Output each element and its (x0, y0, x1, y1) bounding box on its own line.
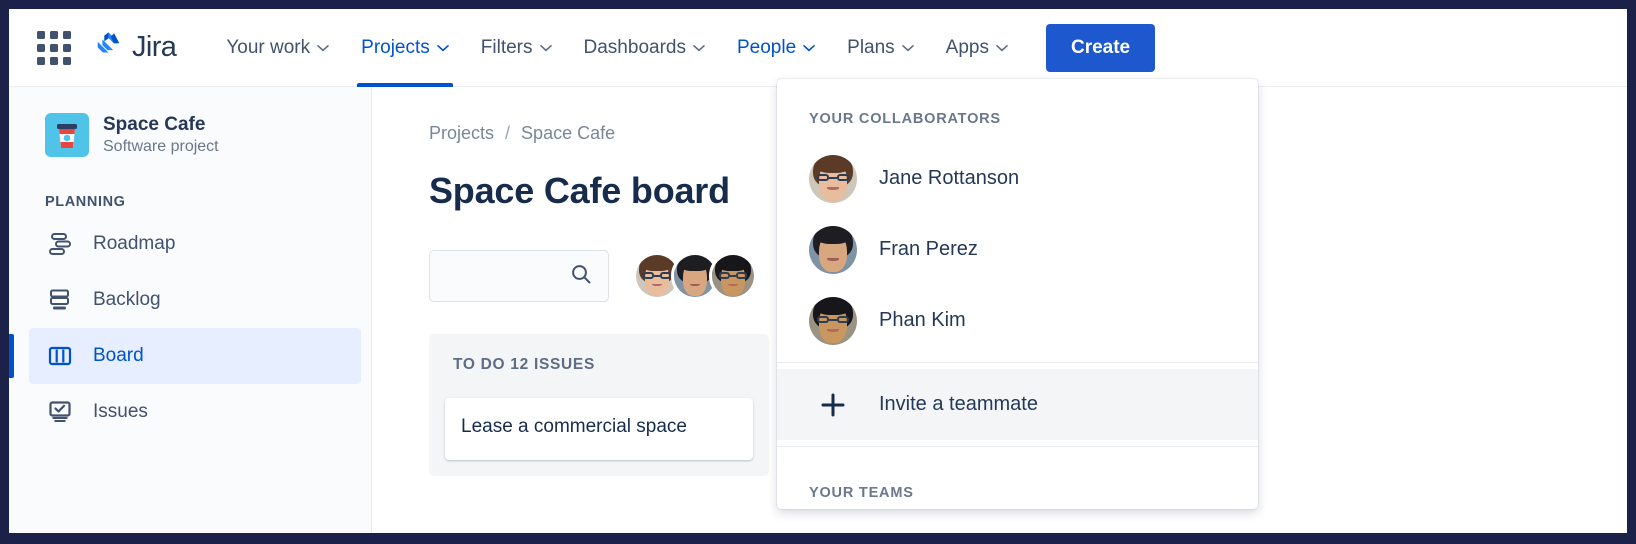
nav-item-label: Filters (480, 36, 533, 58)
sidebar-item-label: Issues (93, 400, 148, 422)
nav-item-plans[interactable]: Plans (831, 9, 930, 87)
nav-item-people[interactable]: People (721, 9, 831, 87)
dropdown-divider (777, 446, 1258, 447)
sidebar-item-backlog[interactable]: Backlog (29, 272, 361, 328)
board-avatar-stack (633, 252, 757, 300)
people-dropdown-menu: YOUR COLLABORATORS Jane Rottanson Fran P… (777, 79, 1258, 509)
nav-item-label: Your work (226, 36, 311, 58)
jira-home-link[interactable]: Jira (93, 30, 177, 65)
chevron-down-icon (539, 44, 552, 52)
avatar (809, 225, 857, 274)
jira-logo-text: Jira (132, 31, 177, 63)
sidebar-item-roadmap[interactable]: Roadmap (29, 216, 361, 272)
grid-apps-icon[interactable] (37, 30, 71, 65)
nav-item-label: People (736, 36, 797, 58)
jira-logo-icon (93, 30, 123, 65)
chevron-down-icon (901, 44, 914, 52)
project-sidebar: Space Cafe Software project PLANNING Roa… (9, 87, 372, 533)
sidebar-project-header[interactable]: Space Cafe Software project (9, 113, 371, 158)
sidebar-nav-list: Roadmap Backlog Board Issues (9, 216, 371, 440)
project-name: Space Cafe (103, 114, 206, 135)
nav-item-label: Plans (847, 36, 895, 58)
sidebar-item-label: Backlog (93, 288, 161, 310)
app-viewport: Jira Your work Projects Filters Dashboar… (9, 9, 1627, 533)
nav-item-apps[interactable]: Apps (930, 9, 1024, 87)
chevron-down-icon (693, 44, 705, 52)
top-navigation-bar: Jira Your work Projects Filters Dashboar… (9, 9, 1627, 87)
sidebar-item-label: Roadmap (93, 232, 176, 254)
chevron-down-icon (996, 44, 1008, 52)
collaborator-name: Phan Kim (879, 309, 966, 331)
sidebar-item-label: Board (93, 344, 144, 366)
plus-icon (809, 381, 857, 429)
issues-screen-icon (45, 397, 75, 427)
invite-teammate-item[interactable]: Invite a teammate (777, 369, 1258, 440)
breadcrumb-item-projects[interactable]: Projects (429, 123, 494, 144)
board-column-todo: TO DO 12 ISSUES Lease a commercial space (429, 334, 769, 476)
invite-teammate-label: Invite a teammate (879, 393, 1038, 415)
roadmap-icon (45, 229, 75, 259)
dropdown-divider (777, 362, 1258, 363)
sidebar-item-board[interactable]: Board (9, 327, 361, 384)
backlog-icon (45, 285, 75, 315)
nav-item-filters[interactable]: Filters (465, 9, 568, 87)
issue-card[interactable]: Lease a commercial space (445, 398, 753, 460)
chevron-down-icon (317, 44, 329, 52)
nav-item-label: Projects (361, 36, 430, 58)
collaborator-row-fran-perez[interactable]: Fran Perez (777, 214, 1258, 285)
dropdown-section-collaborators: YOUR COLLABORATORS (809, 111, 1001, 127)
avatar[interactable] (709, 252, 757, 300)
nav-item-label: Dashboards (583, 36, 686, 58)
search-icon[interactable] (570, 263, 592, 290)
column-header-todo: TO DO 12 ISSUES (453, 356, 596, 373)
collaborator-row-phan-kim[interactable]: Phan Kim (777, 285, 1258, 356)
avatar (809, 296, 857, 345)
nav-item-label: Apps (945, 36, 989, 58)
avatar (809, 154, 857, 203)
search-input[interactable] (430, 266, 570, 286)
breadcrumb-item-space-cafe[interactable]: Space Cafe (521, 123, 615, 144)
board-columns-icon (45, 341, 75, 371)
nav-item-your-work[interactable]: Your work (210, 9, 345, 87)
sidebar-item-issues[interactable]: Issues (29, 384, 361, 440)
collaborator-name: Fran Perez (879, 238, 978, 260)
breadcrumb-separator: / (505, 123, 511, 143)
collaborator-name: Jane Rottanson (879, 167, 1020, 189)
chevron-down-icon (803, 44, 815, 52)
create-button[interactable]: Create (1045, 23, 1156, 72)
chevron-down-icon (436, 44, 449, 52)
dropdown-section-teams: YOUR TEAMS (809, 485, 914, 501)
project-subtitle: Software project (103, 137, 219, 155)
search-box[interactable] (429, 250, 609, 302)
screenshot-frame: Jira Your work Projects Filters Dashboar… (0, 0, 1636, 544)
sidebar-project-meta: Space Cafe Software project (103, 113, 219, 158)
nav-item-dashboards[interactable]: Dashboards (568, 9, 721, 87)
collaborator-row-jane-rottanson[interactable]: Jane Rottanson (777, 143, 1258, 214)
nav-item-projects[interactable]: Projects (345, 9, 465, 87)
sidebar-section-label-planning: PLANNING (45, 193, 126, 210)
coffee-cup-icon (45, 113, 89, 158)
